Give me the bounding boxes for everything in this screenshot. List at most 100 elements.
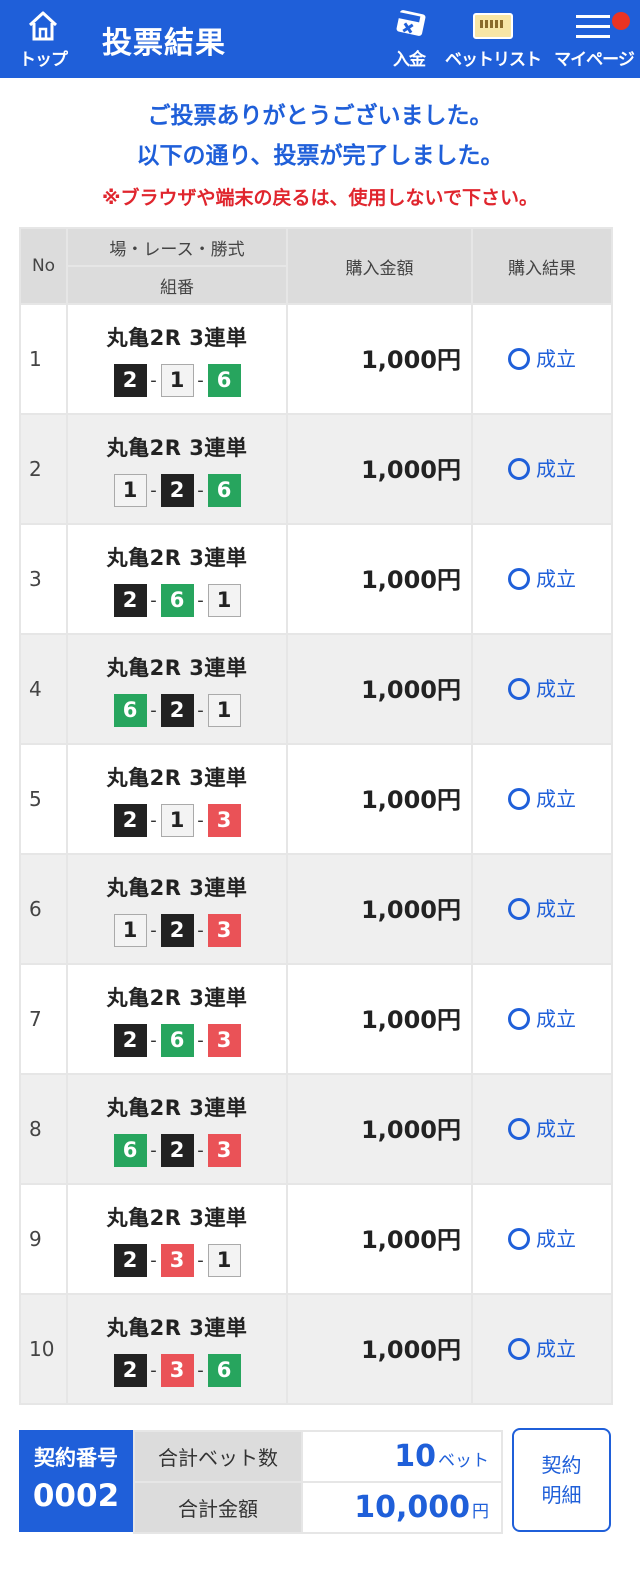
combo-separator: -	[150, 809, 157, 831]
race-cell: 丸亀2R 3連単 2-1-3	[66, 743, 288, 855]
row-number: 8	[19, 1073, 68, 1185]
combo-numbers: 2-3-6	[68, 1353, 286, 1387]
detail-line2: 明細	[541, 1483, 582, 1507]
circle-ok-icon	[508, 1007, 530, 1030]
race-cell: 丸亀2R 3連単 2-3-6	[66, 1293, 288, 1405]
boat-number-badge: 2	[113, 1243, 147, 1277]
mypage-button[interactable]: マイページ	[548, 10, 640, 70]
boat-number-badge: 2	[113, 363, 147, 397]
purchase-result: 成立	[471, 1183, 613, 1295]
race-label: 丸亀2R 3連単	[106, 1095, 248, 1120]
race-label: 丸亀2R 3連単	[106, 325, 248, 350]
betlist-button[interactable]: ベットリスト	[445, 10, 542, 70]
boat-number-badge: 6	[207, 473, 241, 507]
row-number: 10	[19, 1293, 68, 1405]
boat-number-badge: 6	[207, 1353, 241, 1387]
boat-number-badge: 1	[207, 693, 241, 727]
header-combo: 組番	[66, 265, 288, 305]
race-label: 丸亀2R 3連単	[106, 1315, 248, 1340]
boat-number-badge: 3	[207, 803, 241, 837]
race-label: 丸亀2R 3連単	[106, 545, 248, 570]
boat-number-badge: 3	[207, 1133, 241, 1167]
combo-numbers: 2-3-1	[68, 1243, 286, 1277]
combo-numbers: 2-1-3	[68, 803, 286, 837]
bet-count-label: 合計ベット数	[133, 1430, 303, 1483]
boat-number-badge: 2	[160, 473, 194, 507]
boat-number-badge: 2	[113, 583, 147, 617]
purchase-amount: 1,000円	[286, 633, 473, 745]
home-button[interactable]: トップ	[12, 10, 74, 70]
thanks-message: ご投票ありがとうございました。	[147, 103, 493, 129]
row-number: 1	[19, 303, 68, 415]
race-cell: 丸亀2R 3連単 1-2-3	[66, 853, 288, 965]
contract-number: 0002	[32, 1478, 120, 1514]
bet-count-cell: 10 ベット	[301, 1430, 503, 1483]
combo-numbers: 1-2-6	[68, 473, 286, 507]
hamburger-menu-icon	[576, 15, 610, 38]
purchase-amount: 1,000円	[286, 523, 473, 635]
boat-number-badge: 2	[113, 1023, 147, 1057]
contract-number-box: 契約番号 0002	[19, 1430, 133, 1532]
boat-number-badge: 2	[160, 693, 194, 727]
combo-numbers: 6-2-3	[68, 1133, 286, 1167]
race-cell: 丸亀2R 3連単 2-6-1	[66, 523, 288, 635]
combo-numbers: 2-1-6	[68, 363, 286, 397]
result-text: 成立	[536, 786, 576, 811]
purchase-amount: 1,000円	[286, 963, 473, 1075]
summary-row-total: 合計金額 10,000 円	[133, 1481, 503, 1534]
boat-number-badge: 6	[113, 693, 147, 727]
combo-separator: -	[150, 919, 157, 941]
boat-number-badge: 1	[113, 473, 147, 507]
contract-detail-button[interactable]: 契約 明細	[512, 1428, 611, 1532]
row-number: 6	[19, 853, 68, 965]
boat-number-badge: 3	[160, 1243, 194, 1277]
table-row: 8 丸亀2R 3連単 6-2-3 1,000円 成立	[19, 1073, 613, 1185]
bet-rows: 1 丸亀2R 3連単 2-1-6 1,000円 成立 2 丸亀2R 3連単 1-2-6 1,00…	[19, 303, 613, 1405]
purchase-result: 成立	[471, 1293, 613, 1405]
table-row: 5 丸亀2R 3連単 2-1-3 1,000円 成立	[19, 743, 613, 855]
home-icon	[28, 11, 58, 41]
bet-count-unit: ベット	[438, 1451, 489, 1471]
detail-line1: 契約	[541, 1453, 582, 1477]
result-text: 成立	[536, 1336, 576, 1361]
betlist-label: ベットリスト	[445, 50, 542, 70]
purchase-amount: 1,000円	[286, 413, 473, 525]
deposit-button[interactable]: 入金	[385, 10, 433, 70]
purchase-amount: 1,000円	[286, 853, 473, 965]
boat-number-badge: 3	[207, 913, 241, 947]
mypage-label: マイページ	[554, 50, 635, 70]
result-text: 成立	[536, 346, 576, 371]
circle-ok-icon	[508, 567, 530, 590]
result-text: 成立	[536, 566, 576, 591]
boat-number-badge: 6	[160, 583, 194, 617]
race-label: 丸亀2R 3連単	[106, 1205, 248, 1230]
race-cell: 丸亀2R 3連単 2-6-3	[66, 963, 288, 1075]
combo-separator: -	[150, 1249, 157, 1271]
boat-number-badge: 1	[160, 803, 194, 837]
purchase-amount: 1,000円	[286, 303, 473, 415]
combo-separator: -	[197, 809, 204, 831]
row-number: 9	[19, 1183, 68, 1295]
bet-count-value: 10	[394, 1439, 436, 1474]
race-label: 丸亀2R 3連単	[106, 985, 248, 1010]
result-text: 成立	[536, 676, 576, 701]
circle-ok-icon	[508, 1337, 530, 1360]
purchase-amount: 1,000円	[286, 1073, 473, 1185]
header-no: No	[19, 227, 68, 305]
combo-separator: -	[197, 699, 204, 721]
summary-table: 合計ベット数 10 ベット 合計金額 10,000 円	[133, 1430, 503, 1534]
row-number: 2	[19, 413, 68, 525]
header-result: 購入結果	[471, 227, 613, 305]
combo-separator: -	[197, 919, 204, 941]
home-label: トップ	[19, 50, 68, 70]
circle-ok-icon	[508, 457, 530, 480]
boat-number-badge: 1	[207, 583, 241, 617]
combo-numbers: 6-2-1	[68, 693, 286, 727]
boat-number-badge: 1	[207, 1243, 241, 1277]
table-row: 3 丸亀2R 3連単 2-6-1 1,000円 成立	[19, 523, 613, 635]
header-race: 場・レース・勝式	[66, 227, 288, 267]
combo-separator: -	[197, 369, 204, 391]
boat-number-badge: 1	[113, 913, 147, 947]
result-text: 成立	[536, 896, 576, 921]
purchase-result: 成立	[471, 633, 613, 745]
